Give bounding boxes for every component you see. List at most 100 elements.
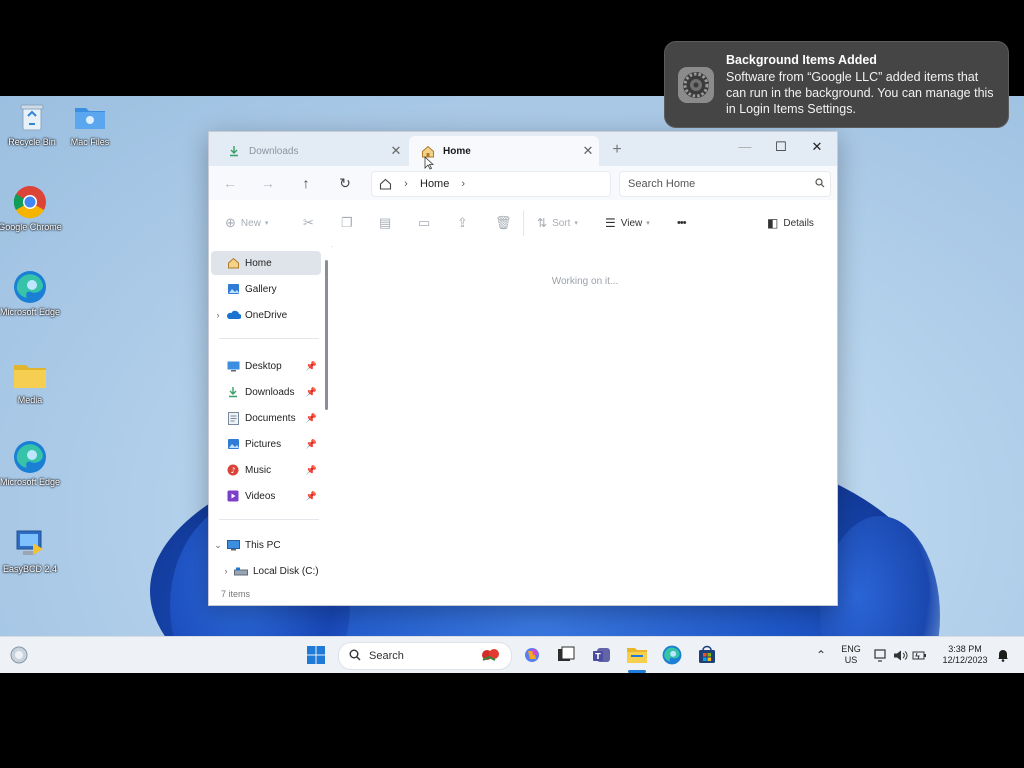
minimize-button[interactable]: — <box>727 134 763 160</box>
paste-icon: ▤ <box>379 215 392 230</box>
desktop-icon-label: EasyBCD 2.4 <box>2 564 58 574</box>
forward-button[interactable]: → <box>255 172 281 194</box>
tab-label: Home <box>443 145 471 157</box>
documents-icon <box>225 411 241 425</box>
sidebar-item-home[interactable]: Home <box>211 251 321 275</box>
sidebar-item-documents[interactable]: Documents 📌 <box>211 406 321 430</box>
desktop-icon-easybcd[interactable]: EasyBCD 2.4 <box>0 527 62 575</box>
copy-button[interactable]: ❐ <box>341 213 353 233</box>
edge-icon <box>13 270 47 304</box>
new-button[interactable]: ⊕ New ▾ <box>225 213 268 233</box>
view-button[interactable]: ☰ View ▾ <box>605 213 650 233</box>
sidebar-divider <box>219 338 319 339</box>
up-button[interactable]: ↑ <box>293 172 319 194</box>
details-button[interactable]: ◧ Details <box>767 213 814 233</box>
gear-icon <box>677 66 715 104</box>
chevron-down-icon: ▾ <box>574 220 578 227</box>
tab-home[interactable]: Home ✕ <box>409 136 599 166</box>
desktop-icon-label: Microsoft Edge <box>0 477 61 487</box>
tab-downloads[interactable]: Downloads ✕ <box>215 136 407 166</box>
chevron-down-icon: ▾ <box>264 220 269 227</box>
chevron-up-icon[interactable]: ⌃ <box>810 644 832 666</box>
sidebar-item-pictures[interactable]: Pictures 📌 <box>211 432 321 456</box>
chevron-right-icon[interactable]: › <box>219 566 233 576</box>
sidebar-item-label: This PC <box>245 539 281 551</box>
clock[interactable]: 3:38 PM 12/12/2023 <box>934 644 996 666</box>
desktop-icon-microsoft-edge-2[interactable]: Microsoft Edge <box>0 440 62 488</box>
mouse-cursor-icon <box>424 156 435 175</box>
add-icon: ⊕ <box>225 215 236 230</box>
desktop-icon-microsoft-edge[interactable]: Microsoft Edge <box>0 270 62 318</box>
sidebar-scrollbar[interactable] <box>325 260 328 410</box>
maximize-button[interactable]: ☐ <box>763 134 799 160</box>
pin-icon: 📌 <box>305 490 317 501</box>
address-bar[interactable]: › Home › <box>371 171 611 197</box>
file-explorer-window: Downloads ✕ Home ✕ + — ☐ ✕ ← → ↑ ↻ › Hom… <box>208 131 838 606</box>
sidebar-item-music[interactable]: ♪ Music 📌 <box>211 458 321 482</box>
sidebar-item-videos[interactable]: Videos 📌 <box>211 484 321 508</box>
file-explorer-taskbar-icon[interactable] <box>626 644 648 666</box>
store-icon[interactable] <box>696 644 718 666</box>
input-language[interactable]: ENG US <box>836 644 866 666</box>
desktop-icon-label: Mac Files <box>70 137 110 147</box>
copilot-icon[interactable] <box>521 644 543 666</box>
details-label: Details <box>783 217 814 229</box>
close-tab-icon[interactable]: ✕ <box>385 143 407 159</box>
search-highlight-icon <box>479 647 503 666</box>
start-button[interactable] <box>305 644 327 666</box>
sort-button[interactable]: ⇅ Sort ▾ <box>537 213 578 233</box>
task-view-icon[interactable] <box>555 644 577 666</box>
desktop-icon-recycle-bin[interactable]: Recycle Bin <box>0 100 64 148</box>
pin-icon: 📌 <box>305 464 317 475</box>
sidebar-item-desktop[interactable]: Desktop 📌 <box>211 354 321 378</box>
widgets-icon[interactable] <box>8 644 30 666</box>
desktop-icon-label: Google Chrome <box>0 222 62 232</box>
notification-bell-icon[interactable] <box>992 644 1014 666</box>
address-toolbar: ← → ↑ ↻ › Home › Search Home <box>209 166 837 200</box>
delete-icon: 🗑 <box>495 215 512 230</box>
delete-button[interactable]: 🗑 <box>495 213 512 233</box>
desktop-icon-media[interactable]: Media <box>0 358 62 406</box>
close-window-button[interactable]: ✕ <box>799 134 835 160</box>
new-tab-button[interactable]: + <box>607 141 627 161</box>
sort-icon: ⇅ <box>537 216 548 230</box>
rename-button[interactable]: ▭ <box>418 213 430 233</box>
cut-icon: ✂ <box>303 215 314 230</box>
pin-icon: 📌 <box>305 386 317 397</box>
desktop-icon-mac-files[interactable]: Mac Files <box>58 100 122 148</box>
taskbar-search-label: Search <box>369 650 404 662</box>
sidebar-item-gallery[interactable]: Gallery <box>211 277 321 301</box>
pin-icon: 📌 <box>305 360 317 371</box>
breadcrumb-home[interactable]: Home <box>420 178 449 190</box>
status-bar: 7 items <box>221 589 251 599</box>
chevron-right-icon: › <box>404 178 408 190</box>
refresh-button[interactable]: ↻ <box>332 172 358 194</box>
edge-icon[interactable] <box>661 644 683 666</box>
sidebar-item-label: OneDrive <box>245 309 288 321</box>
paste-button[interactable]: ▤ <box>379 213 391 233</box>
close-tab-icon[interactable]: ✕ <box>577 143 599 159</box>
background-items-notification[interactable]: Background Items Added Software from “Go… <box>664 41 1009 128</box>
cut-button[interactable]: ✂ <box>303 213 314 233</box>
desktop-icon-label: Media <box>17 395 43 405</box>
chevron-down-icon[interactable]: ⌄ <box>211 540 225 551</box>
more-options-button[interactable]: ••• <box>677 213 687 233</box>
chrome-icon <box>13 185 47 219</box>
search-input[interactable]: Search Home <box>619 171 831 197</box>
share-button[interactable]: ⇪ <box>457 213 468 233</box>
sidebar-item-downloads[interactable]: Downloads 📌 <box>211 380 321 404</box>
back-button[interactable]: ← <box>217 172 243 194</box>
sidebar-item-this-pc[interactable]: ⌄ This PC <box>211 533 321 557</box>
chevron-right-icon[interactable]: › <box>461 178 465 190</box>
home-icon <box>225 256 241 270</box>
chevron-right-icon[interactable]: › <box>211 310 225 320</box>
taskbar-search-box[interactable]: Search <box>338 642 512 670</box>
desktop-icon-google-chrome[interactable]: Google Chrome <box>0 185 62 233</box>
date-label: 12/12/2023 <box>942 655 988 665</box>
language-label: ENG <box>841 644 861 654</box>
sidebar-item-local-disk[interactable]: › Local Disk (C:) <box>219 559 329 583</box>
teams-icon[interactable]: T <box>591 644 613 666</box>
sidebar-item-onedrive[interactable]: › OneDrive <box>211 303 321 327</box>
home-icon <box>372 178 398 190</box>
battery-icon[interactable] <box>908 644 930 666</box>
